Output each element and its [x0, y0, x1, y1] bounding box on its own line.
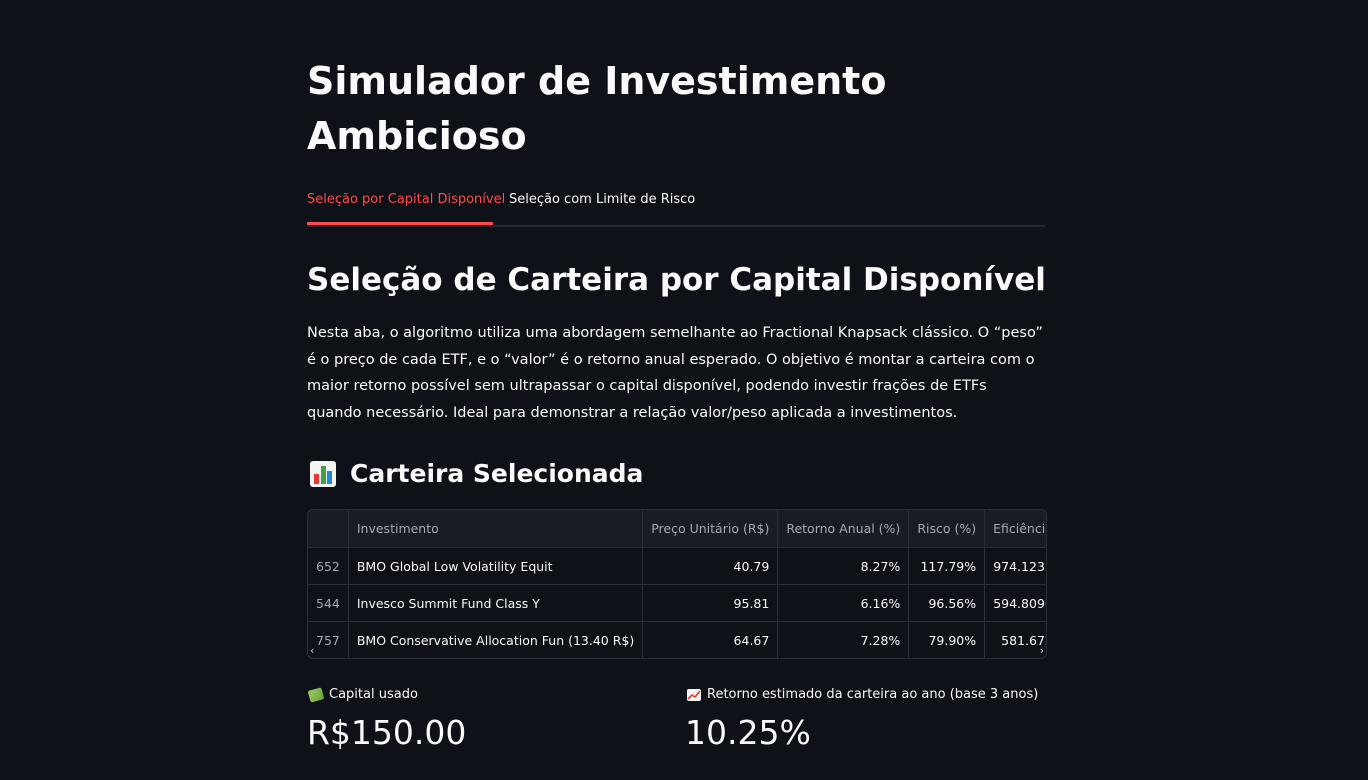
column-header-eficiencia[interactable]: Eficiência	[984, 510, 1046, 548]
table-header-row: Investimento Preço Unitário (R$) Retorno…	[308, 510, 1046, 548]
cell-risco[interactable]: 96.56%	[908, 584, 986, 622]
active-tab-indicator	[307, 222, 493, 225]
cell-retorno[interactable]: 8.27%	[777, 547, 910, 585]
row-index[interactable]: 544	[308, 584, 349, 622]
column-header-risco[interactable]: Risco (%)	[908, 510, 986, 548]
tab-capital-disponivel[interactable]: Seleção por Capital Disponível	[307, 192, 505, 208]
column-header-retorno[interactable]: Retorno Anual (%)	[777, 510, 910, 548]
tab-bar: Seleção por Capital Disponível Seleção c…	[307, 180, 1045, 227]
cell-investimento[interactable]: Invesco Summit Fund Class Y	[348, 584, 644, 622]
capital-label-text: Capital usado	[329, 687, 418, 702]
page-title: Simulador de Investimento Ambicioso	[307, 54, 1045, 164]
column-header-preco[interactable]: Preço Unitário (R$)	[642, 510, 779, 548]
cell-retorno[interactable]: 6.16%	[777, 584, 910, 622]
capital-metric-value: R$150.00	[307, 713, 467, 752]
return-metric-value: 10.25%	[685, 713, 811, 752]
cell-eficiencia[interactable]: 594.8096	[984, 584, 1046, 622]
cell-risco[interactable]: 79.90%	[908, 621, 986, 658]
cell-preco[interactable]: 95.81	[642, 584, 779, 622]
table-row: 652 BMO Global Low Volatility Equit 40.7…	[308, 547, 1046, 585]
return-metric-label: Retorno estimado da carteira ao ano (bas…	[687, 686, 1038, 704]
cell-investimento[interactable]: BMO Global Low Volatility Equit	[348, 547, 644, 585]
chart-increasing-icon	[687, 689, 701, 701]
column-header-index[interactable]	[308, 510, 349, 548]
cell-preco[interactable]: 40.79	[642, 547, 779, 585]
cell-preco[interactable]: 64.67	[642, 621, 779, 658]
portfolio-title: Carteira Selecionada	[350, 459, 644, 488]
portfolio-heading: Carteira Selecionada	[310, 454, 643, 494]
table-row: 544 Invesco Summit Fund Class Y 95.81 6.…	[308, 584, 1046, 622]
section-title: Seleção de Carteira por Capital Disponív…	[307, 262, 1046, 298]
tab-limite-risco[interactable]: Seleção com Limite de Risco	[509, 192, 695, 208]
capital-metric-label: Capital usado	[307, 686, 418, 704]
cell-retorno[interactable]: 7.28%	[777, 621, 910, 658]
page-title-line1: Simulador de Investimento	[307, 59, 887, 103]
cell-eficiencia[interactable]: 581.672	[984, 621, 1046, 658]
section-description: Nesta aba, o algoritmo utiliza uma abord…	[307, 325, 1043, 422]
money-icon	[307, 687, 325, 703]
cell-eficiencia[interactable]: 974.1233	[984, 547, 1046, 585]
row-index[interactable]: 652	[308, 547, 349, 585]
bar-chart-icon	[310, 461, 336, 487]
portfolio-table-grid: Investimento Preço Unitário (R$) Retorno…	[308, 510, 1046, 658]
cell-investimento[interactable]: BMO Conservative Allocation Fun (13.40 R…	[348, 621, 644, 658]
scroll-left-icon[interactable]: ‹	[310, 644, 314, 657]
page-title-line2: Ambicioso	[307, 114, 527, 158]
scroll-right-icon[interactable]: ›	[1040, 644, 1044, 657]
cell-risco[interactable]: 117.79%	[908, 547, 986, 585]
return-label-text: Retorno estimado da carteira ao ano (bas…	[707, 687, 1039, 702]
table-row: 757 BMO Conservative Allocation Fun (13.…	[308, 621, 1046, 658]
portfolio-table[interactable]: Investimento Preço Unitário (R$) Retorno…	[307, 509, 1047, 659]
column-header-investimento[interactable]: Investimento	[348, 510, 644, 548]
